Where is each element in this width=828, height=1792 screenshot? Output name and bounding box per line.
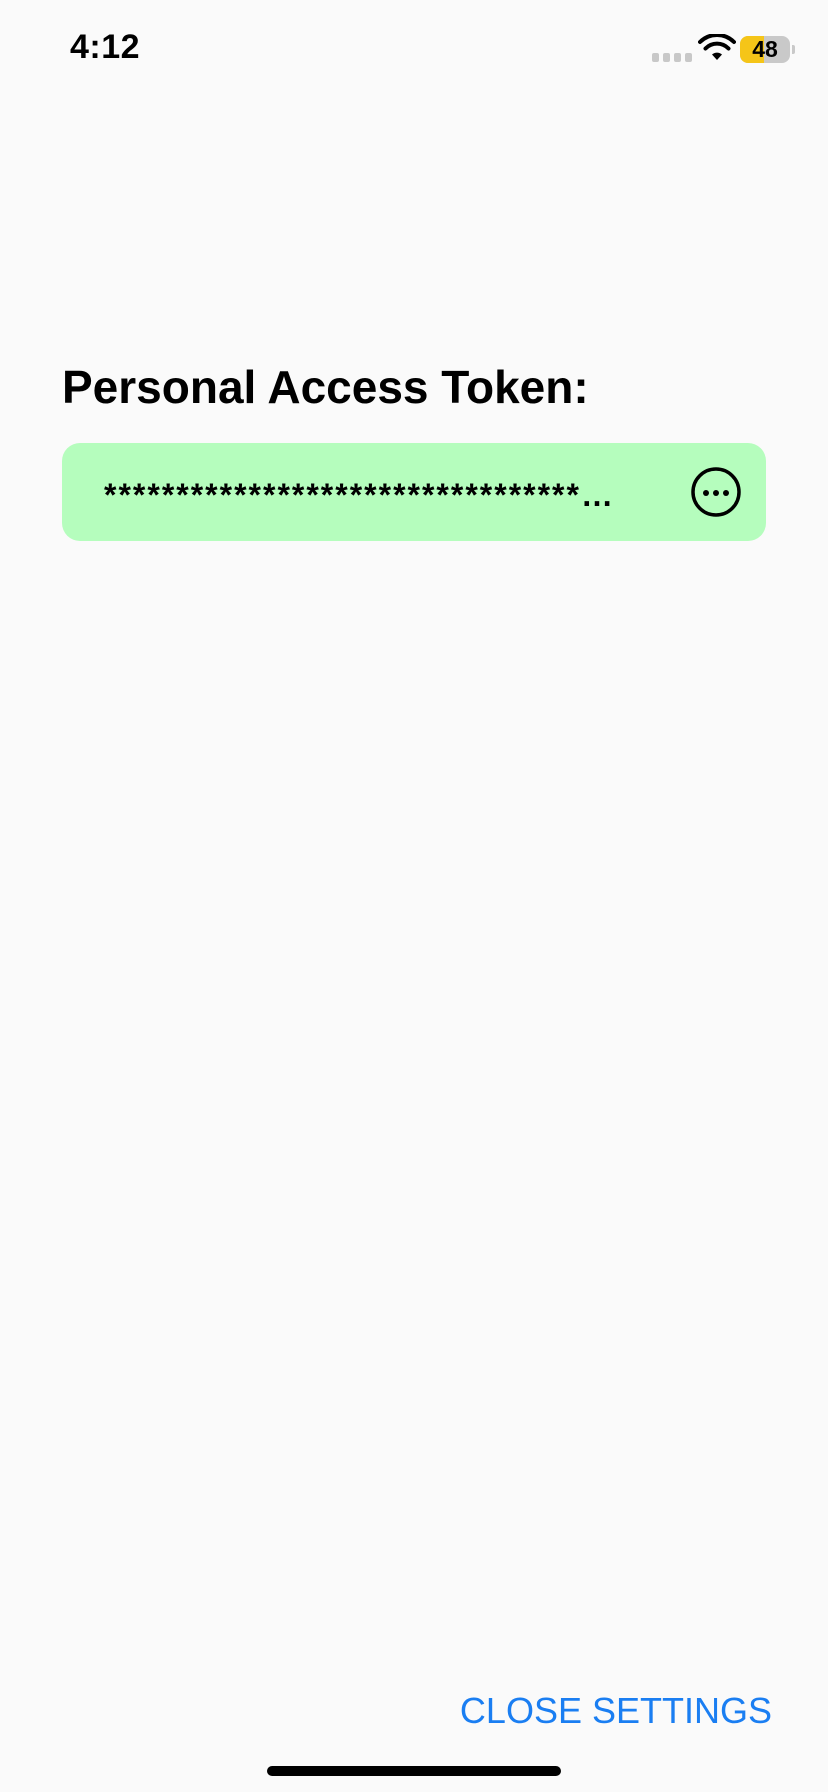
settings-screen: 4:12 48 Personal Access Token: *********…	[0, 0, 828, 1792]
close-settings-button[interactable]: CLOSE SETTINGS	[460, 1690, 772, 1732]
page-title: Personal Access Token:	[62, 361, 589, 413]
cellular-signal-icon	[652, 53, 692, 62]
status-bar: 4:12 48	[0, 0, 828, 100]
home-indicator[interactable]	[267, 1766, 561, 1776]
battery-icon: 48	[740, 36, 790, 63]
ellipsis-circle-icon[interactable]	[690, 466, 742, 518]
token-field[interactable]: ****************************************…	[62, 443, 766, 541]
battery-tip	[792, 45, 795, 54]
battery-level: 48	[752, 36, 778, 62]
status-time: 4:12	[70, 28, 141, 66]
wifi-icon	[698, 34, 736, 60]
token-value[interactable]: ****************************************…	[104, 467, 624, 523]
